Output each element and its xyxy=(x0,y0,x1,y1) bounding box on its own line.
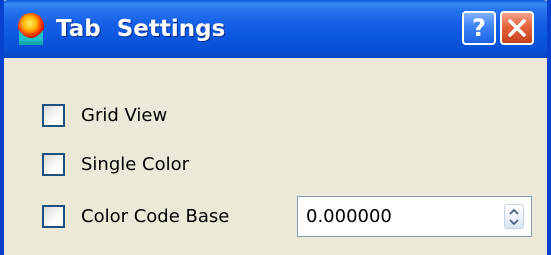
grid-view-checkbox[interactable] xyxy=(42,103,65,127)
help-button[interactable]: ? xyxy=(462,11,496,45)
app-globe-icon xyxy=(16,12,46,46)
color-code-base-value[interactable]: 0.000000 xyxy=(306,197,392,236)
single-color-option[interactable]: Single Color xyxy=(42,150,189,178)
single-color-checkbox[interactable] xyxy=(42,152,65,176)
spin-up-button[interactable] xyxy=(505,206,523,217)
color-code-base-label: Color Code Base xyxy=(81,205,230,227)
spin-buttons xyxy=(504,204,524,229)
chevron-down-icon xyxy=(509,219,519,226)
tab-settings-dialog: Tab Settings ? Grid View Single Color Co… xyxy=(0,0,551,255)
color-code-base-option[interactable]: Color Code Base xyxy=(42,202,229,230)
spin-down-button[interactable] xyxy=(505,217,523,228)
color-code-base-spinbox[interactable]: 0.000000 xyxy=(297,196,532,237)
single-color-label: Single Color xyxy=(81,153,190,175)
help-icon: ? xyxy=(472,14,486,42)
color-code-base-checkbox[interactable] xyxy=(42,204,65,228)
window-title: Tab Settings xyxy=(56,16,226,42)
close-icon xyxy=(508,19,526,37)
grid-view-option[interactable]: Grid View xyxy=(42,101,167,129)
title-bar[interactable]: Tab Settings ? xyxy=(4,0,547,58)
grid-view-label: Grid View xyxy=(81,104,168,126)
chevron-up-icon xyxy=(509,208,519,215)
close-button[interactable] xyxy=(500,11,534,45)
